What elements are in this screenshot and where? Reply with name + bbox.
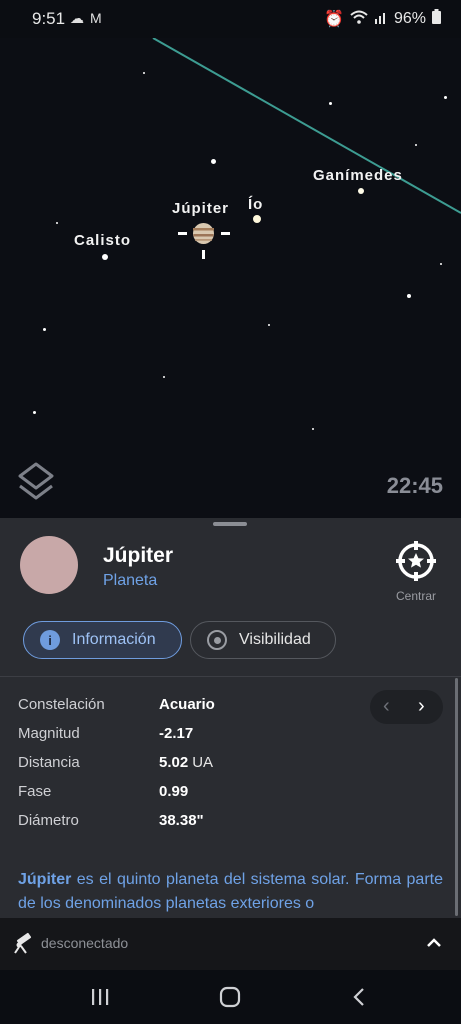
- object-sheet: Júpiter Planeta Centrar i Información Vi…: [0, 518, 461, 918]
- property-label: Magnitud: [18, 725, 80, 742]
- property-unit: UA: [192, 754, 214, 771]
- jupiter-label: Júpiter: [172, 200, 230, 217]
- star: [268, 324, 270, 326]
- tab-info-label: Información: [72, 631, 156, 648]
- star: [444, 96, 447, 99]
- recents-icon: [92, 989, 109, 1005]
- sky-map[interactable]: Calisto Júpiter Ío Ganímedes 22:45: [0, 38, 461, 518]
- status-bar: 9:51 ☁ M ⏰ 96%: [0, 0, 461, 38]
- cloud-icon: ☁: [70, 10, 84, 26]
- star: [312, 428, 314, 430]
- tab-visibility-label: Visibilidad: [239, 631, 311, 648]
- callisto-marker[interactable]: [102, 254, 108, 260]
- center-label: Centrar: [395, 589, 436, 603]
- property-row: Magnitud -2.17: [18, 725, 215, 754]
- divider: [0, 676, 461, 677]
- property-label: Constelación: [18, 696, 105, 713]
- orbit-line: [152, 38, 461, 214]
- property-value: -2.17: [159, 725, 194, 742]
- star: [56, 222, 58, 224]
- star: [211, 159, 216, 164]
- property-label: Diámetro: [18, 812, 79, 829]
- object-type[interactable]: Planeta: [103, 572, 157, 590]
- sheet-handle[interactable]: [213, 522, 247, 526]
- property-value: 5.02: [159, 754, 189, 771]
- layers-button[interactable]: [14, 460, 58, 504]
- signal-icon: [374, 10, 388, 29]
- object-avatar: [20, 536, 78, 594]
- io-label: Ío: [248, 196, 264, 213]
- property-label: Fase: [18, 783, 52, 800]
- property-label: Distancia: [18, 754, 80, 771]
- star: [407, 294, 411, 298]
- scrollbar[interactable]: [455, 678, 458, 916]
- sky-time[interactable]: 22:45: [387, 473, 443, 499]
- jupiter-marker[interactable]: [177, 218, 232, 263]
- back-icon: [353, 988, 364, 1006]
- property-row: Constelación Acuario: [18, 696, 215, 725]
- alarm-icon: ⏰: [324, 11, 344, 28]
- crosshair-icon: [396, 541, 436, 581]
- center-button[interactable]: Centrar: [390, 540, 442, 606]
- layers-icon: [18, 462, 54, 500]
- connection-bar[interactable]: desconectado: [0, 918, 461, 970]
- home-icon: [219, 986, 241, 1008]
- star: [43, 328, 46, 331]
- status-right: ⏰ 96%: [324, 9, 441, 29]
- home-button[interactable]: [219, 986, 241, 1013]
- ganymede-label: Ganímedes: [313, 167, 403, 184]
- star: [440, 263, 442, 265]
- star: [33, 411, 36, 414]
- battery-icon: [432, 9, 441, 29]
- visibility-icon: [207, 630, 227, 650]
- property-value: Acuario: [159, 696, 215, 713]
- recents-button[interactable]: [90, 987, 110, 1012]
- tab-info[interactable]: i Información: [23, 621, 182, 659]
- gmail-icon: M: [90, 10, 102, 26]
- system-nav-bar: [0, 970, 461, 1024]
- description-highlight[interactable]: Júpiter: [18, 871, 71, 888]
- status-time: 9:51: [32, 9, 66, 28]
- info-icon: i: [40, 630, 60, 650]
- connection-status: desconectado: [41, 935, 129, 951]
- object-name: Júpiter: [103, 544, 174, 567]
- next-icon[interactable]: ›: [418, 695, 425, 718]
- star: [143, 72, 145, 74]
- description-text: es el quinto planeta del sistema solar. …: [18, 871, 443, 912]
- property-row: Diámetro 38.38": [18, 812, 215, 841]
- wifi-icon: [350, 10, 368, 29]
- star: [329, 102, 332, 105]
- callisto-label: Calisto: [74, 232, 132, 249]
- tab-visibility[interactable]: Visibilidad: [190, 621, 336, 659]
- object-nav: ‹ ›: [370, 690, 443, 724]
- ganymede-marker[interactable]: [358, 188, 364, 194]
- jupiter-icon: [178, 223, 230, 259]
- properties-list: Constelación Acuario Magnitud -2.17 Dist…: [18, 696, 215, 841]
- battery-percent: 96%: [393, 10, 426, 27]
- sky-canvas: [152, 38, 461, 214]
- previous-icon[interactable]: ‹: [383, 695, 390, 718]
- property-value: 38.38": [159, 812, 204, 829]
- property-row: Fase 0.99: [18, 783, 215, 812]
- io-marker[interactable]: [253, 215, 261, 223]
- star: [415, 144, 417, 146]
- chevron-up-icon[interactable]: [424, 933, 444, 953]
- property-value: 0.99: [159, 783, 189, 800]
- back-button[interactable]: [350, 986, 370, 1013]
- telescope-icon: [12, 932, 34, 954]
- property-row: Distancia 5.02 UA: [18, 754, 215, 783]
- star: [163, 376, 165, 378]
- description: Júpiter es el quinto planeta del sistema…: [18, 868, 443, 916]
